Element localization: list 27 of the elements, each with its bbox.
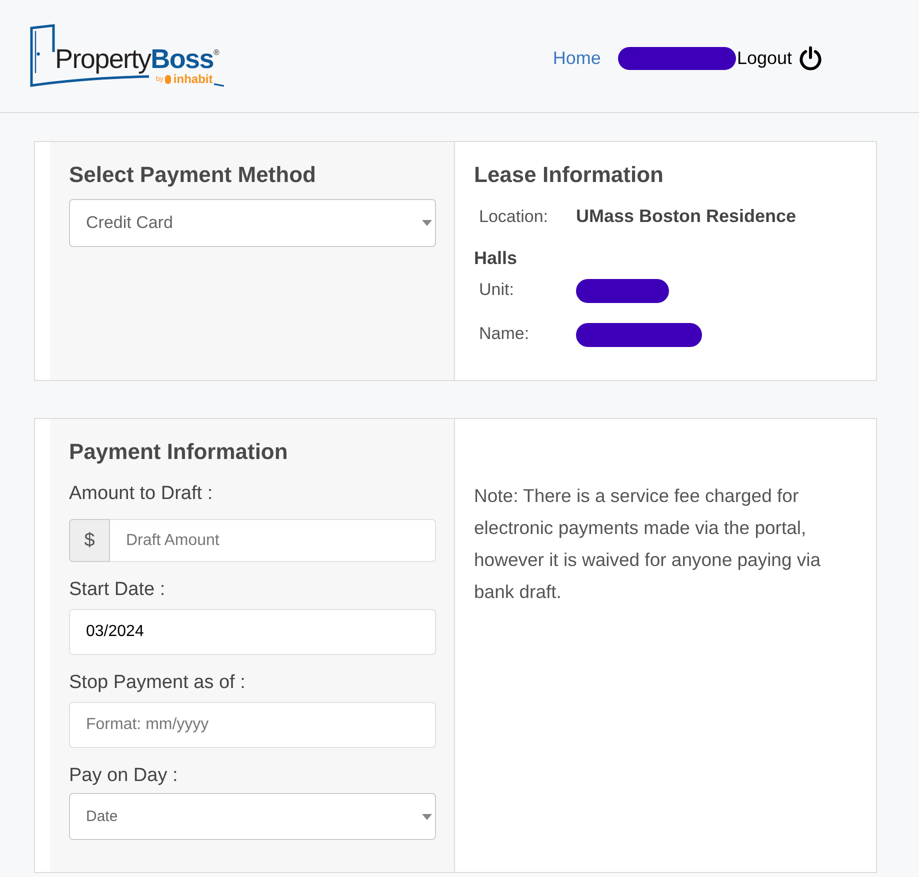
pill-icon: [165, 75, 172, 84]
dropdown-select[interactable]: Date: [69, 793, 436, 840]
logo-door-drawing: [30, 24, 55, 75]
caret-icon: [422, 220, 432, 226]
section-title: Payment Information: [69, 438, 289, 466]
info-label: Unit:: [478, 279, 515, 302]
note-text: Note: There is a service fee charged for electronic payments made via the portal, however it is waived for anyone paying via bank draft.: [474, 484, 822, 604]
brand-name: PropertyBoss$^{®}$: [55, 44, 220, 74]
field-label: Stop Payment as of :: [69, 671, 246, 695]
field-label: Pay on Day :: [69, 764, 179, 788]
info-label: Name:: [478, 323, 530, 346]
currency-addon: $: [69, 519, 110, 562]
text-input[interactable]: Format: mm/yyyy: [69, 702, 436, 748]
section-title: Select Payment Method: [69, 161, 317, 189]
field-label: Amount to Draft :: [69, 482, 214, 506]
field-label: Start Date :: [69, 578, 166, 602]
home-link[interactable]: Home: [552, 48, 601, 69]
text-input[interactable]: 03/2024: [69, 609, 436, 655]
logo-subbrand: inhabit: [173, 73, 213, 86]
logo-dash-drawing: [214, 83, 224, 87]
info-text: Location: UMass Boston Residence Halls: [474, 205, 798, 270]
section-title: Lease Information: [474, 161, 664, 189]
power-icon: [798, 46, 823, 71]
logout-link[interactable]: Logout: [736, 46, 823, 71]
caret-icon: [422, 814, 432, 820]
amount-input[interactable]: Draft Amount: [110, 519, 436, 562]
payment-method-select[interactable]: Credit Card: [69, 199, 436, 247]
